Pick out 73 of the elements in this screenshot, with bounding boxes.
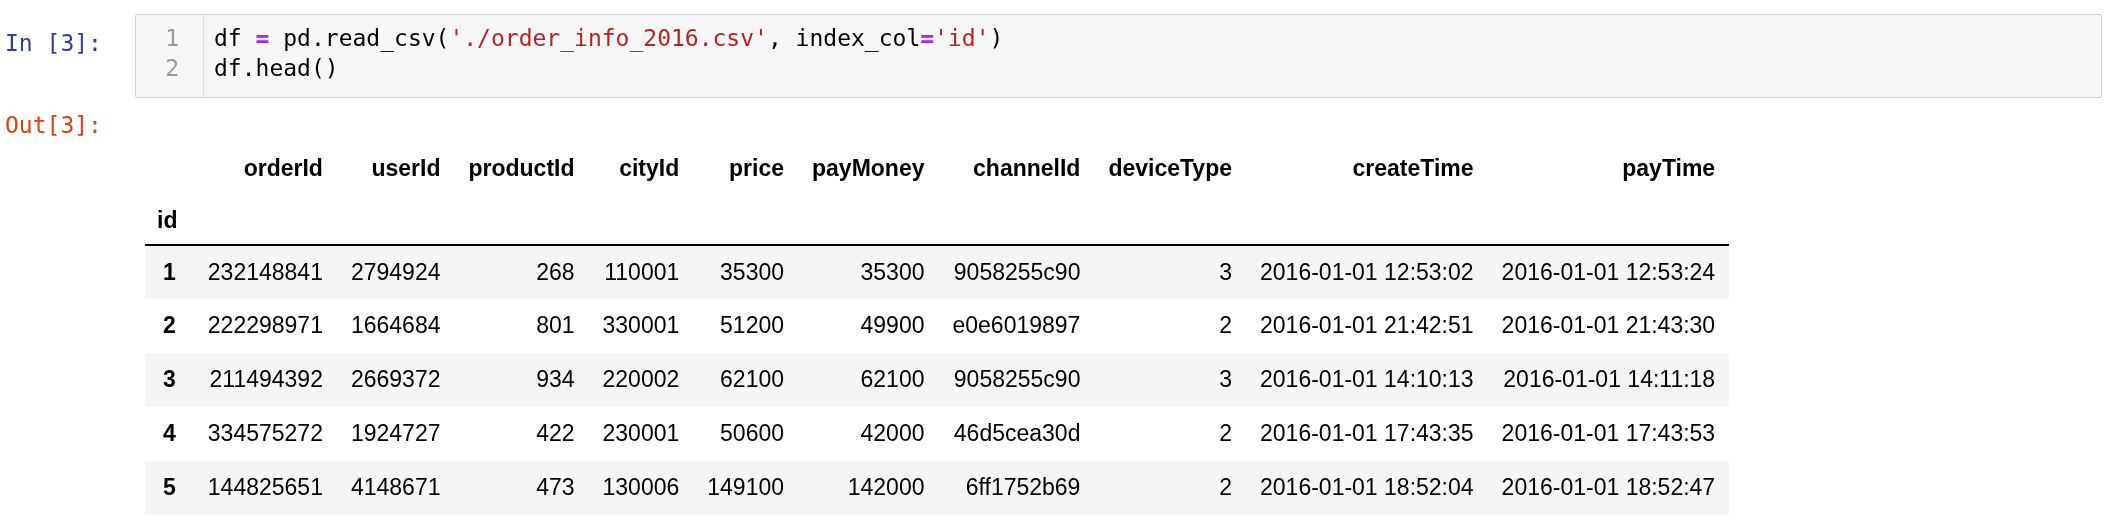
column-header: createTime [1351, 154, 1475, 184]
column-header: orderId [242, 154, 324, 184]
line-number: 1 [165, 24, 179, 53]
table-cell: 330001 [588, 298, 694, 353]
column-header: payMoney [811, 154, 926, 184]
table-cell: 801 [454, 298, 589, 353]
table-cell: 2016-01-01 18:52:04 [1246, 460, 1488, 515]
table-cell: 142000 [798, 460, 939, 515]
table-cell: 2016-01-01 12:53:02 [1246, 244, 1488, 299]
output-prompt: Out[3]: [4, 111, 103, 140]
table-cell: 1664684 [336, 298, 455, 353]
input-prompt: In [3]: [4, 29, 103, 58]
table-cell: 268 [454, 244, 589, 299]
table-cell: 334575272 [193, 406, 337, 461]
column-header: payTime [1621, 154, 1717, 184]
column-header: userId [370, 154, 442, 184]
table-cell: 3 [1094, 352, 1246, 407]
table-cell: 35300 [798, 244, 939, 299]
table-cell: 2016-01-01 12:53:24 [1487, 244, 1730, 299]
table-cell: 9058255c90 [938, 352, 1095, 407]
table-cell: 2794924 [336, 244, 455, 299]
table-cell: 4148671 [336, 460, 455, 515]
table-cell: 3 [1094, 244, 1246, 299]
row-index: 4 [145, 406, 194, 461]
table-cell: 2016-01-01 21:43:30 [1487, 298, 1730, 353]
table-cell: 211494392 [193, 352, 337, 407]
table-cell: 2 [1094, 406, 1246, 461]
table-cell: 149100 [693, 460, 798, 515]
table-cell: 46d5cea30d [938, 406, 1095, 461]
table-cell: 2016-01-01 21:42:51 [1246, 298, 1488, 353]
table-cell: 2016-01-01 14:11:18 [1487, 352, 1730, 407]
table-cell: 222298971 [193, 298, 337, 353]
table-cell: 62100 [693, 352, 798, 407]
column-header: price [728, 154, 785, 184]
table-cell: 2016-01-01 17:43:53 [1487, 406, 1730, 461]
column-header: productId [467, 154, 576, 184]
row-index: 2 [145, 298, 194, 353]
table-cell: 934 [454, 352, 589, 407]
code-line: df = pd.read_csv('./order_info_2016.csv', index_col='id') [214, 24, 1004, 53]
row-index: 3 [145, 352, 194, 407]
row-index: 1 [145, 244, 194, 299]
code-cell[interactable]: 1 2 df = pd.read_csv('./order_info_2016.csv', index_col='id') df.head() [135, 14, 2102, 98]
line-number: 2 [165, 54, 179, 83]
table-cell: 230001 [588, 406, 694, 461]
table-cell: 2669372 [336, 352, 455, 407]
code-line: df.head() [214, 54, 340, 83]
column-header: deviceType [1107, 154, 1233, 184]
table-cell: 49900 [798, 298, 939, 353]
table-cell: 1924727 [336, 406, 455, 461]
table-cell: 35300 [693, 244, 798, 299]
table-cell: 2 [1094, 298, 1246, 353]
table-cell: 51200 [693, 298, 798, 353]
row-index: 5 [145, 460, 194, 515]
table-cell: 62100 [798, 352, 939, 407]
table-cell: 2 [1094, 460, 1246, 515]
column-header: channelId [972, 154, 1082, 184]
index-name: id [145, 196, 194, 245]
table-cell: 2016-01-01 18:52:47 [1487, 460, 1730, 515]
table-cell: 110001 [588, 244, 694, 299]
table-cell: 2016-01-01 17:43:35 [1246, 406, 1488, 461]
table-cell: 42000 [798, 406, 939, 461]
table-cell: 50600 [693, 406, 798, 461]
table-cell: 232148841 [193, 244, 337, 299]
table-cell: 6ff1752b69 [938, 460, 1095, 515]
table-cell: 144825651 [193, 460, 337, 515]
column-header: cityId [618, 154, 681, 184]
table-cell: 422 [454, 406, 589, 461]
table-cell: 9058255c90 [938, 244, 1095, 299]
table-cell: e0e6019897 [938, 298, 1095, 353]
table-cell: 2016-01-01 14:10:13 [1246, 352, 1488, 407]
table-cell: 220002 [588, 352, 694, 407]
table-cell: 473 [454, 460, 589, 515]
table-cell: 130006 [588, 460, 694, 515]
